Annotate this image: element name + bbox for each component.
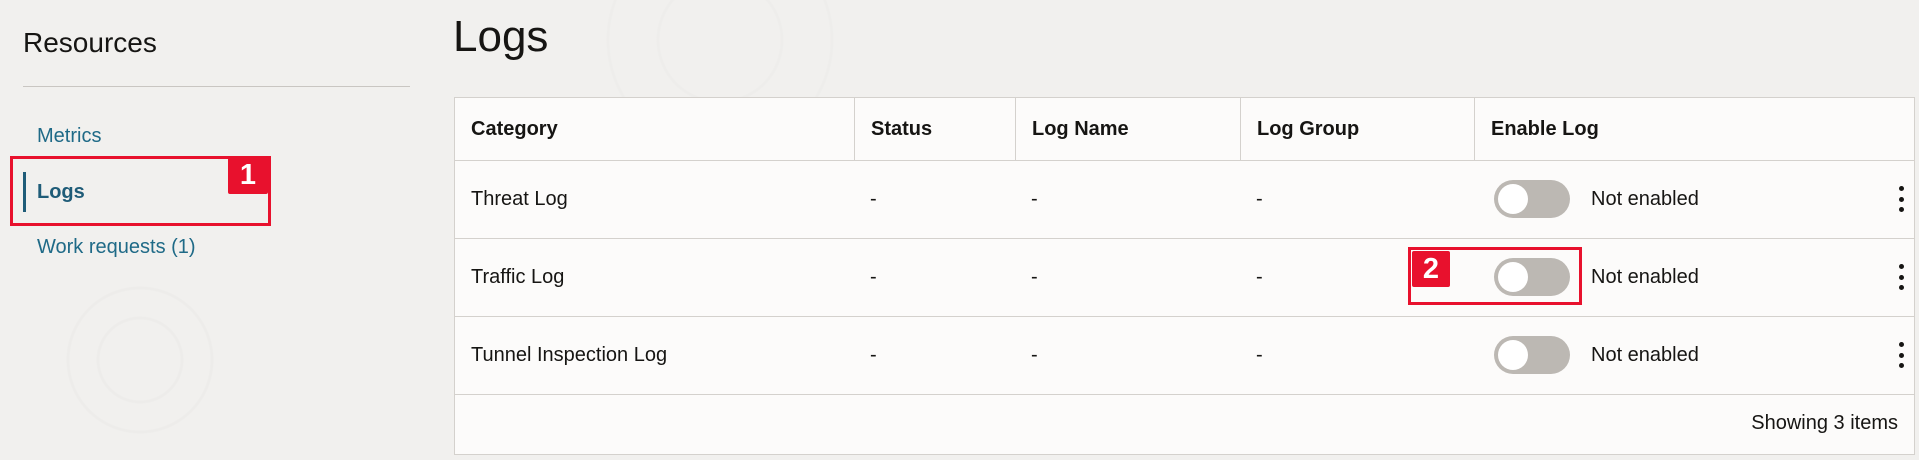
kebab-menu-icon[interactable]: [1891, 186, 1911, 212]
resources-sidebar: Resources Metrics Logs Work requests (1): [0, 0, 430, 460]
column-header-enable-log[interactable]: Enable Log: [1474, 98, 1914, 160]
table-row: Traffic Log - - - Not enabled: [455, 238, 1914, 317]
logs-table-panel: Category Status Log Name Log Group Enabl…: [454, 97, 1915, 455]
enable-log-toggle[interactable]: [1494, 336, 1570, 374]
sidebar-item-work-requests[interactable]: Work requests (1): [23, 227, 273, 267]
enable-log-state: Not enabled: [1591, 187, 1699, 210]
cell-log-group: -: [1256, 343, 1263, 366]
annotation-badge-2: 2: [1412, 251, 1450, 287]
enable-log-state: Not enabled: [1591, 343, 1699, 366]
cell-category: Tunnel Inspection Log: [471, 343, 668, 366]
annotation-badge-1: 1: [228, 156, 268, 194]
cell-log-name: -: [1031, 265, 1038, 288]
cell-category: Traffic Log: [471, 265, 565, 288]
table-header: Category Status Log Name Log Group Enabl…: [455, 98, 1914, 161]
cell-log-group: -: [1256, 187, 1263, 210]
cell-log-group: -: [1256, 265, 1263, 288]
cell-status: -: [870, 187, 877, 210]
resources-divider: [23, 86, 410, 87]
cell-log-name: -: [1031, 343, 1038, 366]
table-row: Threat Log - - - Not enabled: [455, 160, 1914, 239]
cell-status: -: [870, 343, 877, 366]
column-header-log-name[interactable]: Log Name: [1015, 98, 1240, 160]
enable-log-state: Not enabled: [1591, 265, 1699, 288]
toggle-knob: [1498, 340, 1528, 370]
enable-log-toggle[interactable]: [1494, 258, 1570, 296]
enable-log-toggle[interactable]: [1494, 180, 1570, 218]
cell-status: -: [870, 265, 877, 288]
resources-title: Resources: [23, 27, 157, 58]
toggle-knob: [1498, 262, 1528, 292]
kebab-menu-icon[interactable]: [1891, 342, 1911, 368]
sidebar-item-metrics[interactable]: Metrics: [23, 116, 273, 156]
page-title: Logs: [453, 12, 549, 61]
column-header-log-group[interactable]: Log Group: [1240, 98, 1474, 160]
table-item-count: Showing 3 items: [1751, 412, 1898, 434]
column-header-status[interactable]: Status: [854, 98, 1015, 160]
table-row: Tunnel Inspection Log - - - Not enabled: [455, 316, 1914, 395]
kebab-menu-icon[interactable]: [1891, 264, 1911, 290]
cell-log-name: -: [1031, 187, 1038, 210]
cell-category: Threat Log: [471, 187, 568, 210]
column-header-category[interactable]: Category: [455, 98, 855, 160]
toggle-knob: [1498, 184, 1528, 214]
